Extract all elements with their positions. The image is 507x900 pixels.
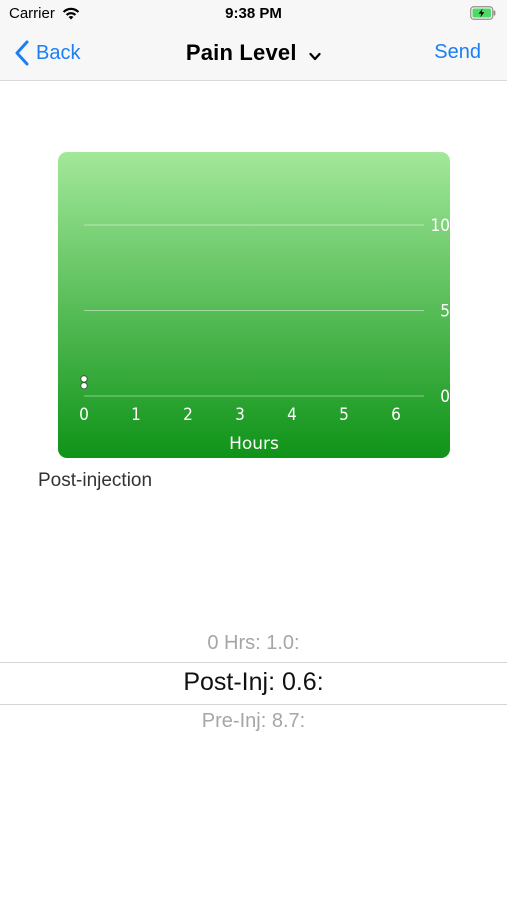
chevron-down-icon	[309, 52, 321, 61]
x-tick-label: 3	[235, 405, 245, 425]
y-tick-label: 5	[440, 302, 450, 322]
send-button[interactable]: Send	[434, 41, 481, 64]
x-tick-label: 6	[391, 405, 401, 425]
x-tick-label: 4	[287, 405, 297, 425]
data-point	[80, 375, 88, 383]
pain-level-screen: Carrier 9:38 PM Back Pain Level Send 10 …	[0, 0, 507, 900]
navigation-bar: Back Pain Level Send	[0, 28, 507, 81]
data-point	[80, 382, 88, 390]
status-time: 9:38 PM	[225, 5, 282, 22]
pain-level-chart: 10 5 0 0 1 2 3 4 5 6 Hours	[58, 152, 450, 458]
x-tick-label: 5	[339, 405, 349, 425]
chart-svg: 10 5 0 0 1 2 3 4 5 6 Hours	[58, 152, 450, 458]
page-title: Pain Level	[185, 40, 297, 65]
battery-charging-icon	[470, 6, 496, 20]
status-bar: Carrier 9:38 PM	[0, 0, 507, 28]
x-tick-label: 0	[79, 405, 89, 425]
picker-row-selected[interactable]: Post-Inj: 0.6:	[0, 668, 507, 697]
x-axis-title: Hours	[229, 434, 279, 454]
y-tick-label: 0	[440, 387, 450, 407]
x-tick-label: 1	[131, 405, 141, 425]
picker-divider-bottom	[0, 704, 507, 705]
title-menu-button[interactable]: Pain Level	[0, 40, 507, 66]
picker-row-previous[interactable]: 0 Hrs: 1.0:	[0, 632, 507, 655]
y-tick-label: 10	[431, 216, 450, 236]
x-tick-label: 2	[183, 405, 193, 425]
reading-picker[interactable]: 0 Hrs: 1.0: Post-Inj: 0.6: Pre-Inj: 8.7:	[0, 622, 507, 742]
picker-divider-top	[0, 662, 507, 663]
section-label: Post-injection	[38, 470, 153, 491]
picker-row-next[interactable]: Pre-Inj: 8.7:	[0, 710, 507, 733]
